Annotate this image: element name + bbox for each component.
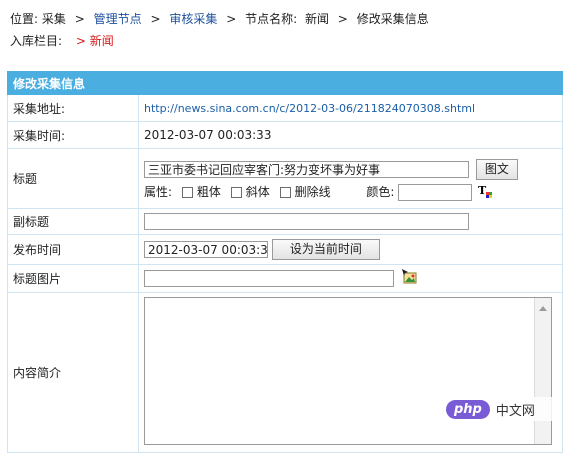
summary-row: 内容简介 xyxy=(7,292,563,453)
image-upload-icon[interactable] xyxy=(401,269,418,288)
collect-url-row: 采集地址: http://news.sina.com.cn/c/2012-03-… xyxy=(7,94,563,122)
target-column-value: > 新闻 xyxy=(75,34,114,48)
attribute-label: 属性: xyxy=(144,184,173,199)
collect-time-value: 2012-03-07 00:03:33 xyxy=(138,121,563,149)
color-picker-icon[interactable]: T xyxy=(478,184,493,201)
breadcrumb-link-manage-node[interactable]: 管理节点 xyxy=(94,12,142,26)
breadcrumb-position-label: 位置: xyxy=(10,12,39,26)
svg-text:T: T xyxy=(478,184,487,197)
color-label: 颜色: xyxy=(366,184,395,199)
title-picture-label: 标题图片 xyxy=(7,264,139,293)
title-image-button[interactable]: 图文 xyxy=(475,158,518,180)
scroll-up-icon[interactable] xyxy=(539,306,547,311)
breadcrumb-item-collect: 采集 xyxy=(41,12,66,26)
summary-label: 内容简介 xyxy=(7,292,139,453)
title-label: 标题 xyxy=(7,148,139,209)
subtitle-input[interactable] xyxy=(144,213,469,230)
summary-textarea[interactable] xyxy=(144,297,552,445)
bold-checkbox[interactable] xyxy=(181,186,193,198)
form-section-title: 修改采集信息 xyxy=(7,71,139,95)
edit-collect-form: 修改采集信息 采集地址: http://news.sina.com.cn/c/2… xyxy=(7,71,563,453)
subtitle-row: 副标题 xyxy=(7,208,563,235)
title-row: 标题 三亚市委书记回应宰客门:努力变坏事为好事 图文 属性: 粗体 斜体 删除线… xyxy=(7,148,563,209)
form-header-row: 修改采集信息 xyxy=(7,71,563,95)
collect-url-label: 采集地址: xyxy=(7,94,139,122)
subtitle-label: 副标题 xyxy=(7,208,139,235)
title-picture-input[interactable] xyxy=(144,270,394,287)
title-picture-row: 标题图片 xyxy=(7,264,563,293)
breadcrumb-separator: > xyxy=(337,12,348,26)
breadcrumb-link-review-collect[interactable]: 审核采集 xyxy=(169,12,217,26)
breadcrumb-separator: > xyxy=(226,12,237,26)
italic-checkbox[interactable] xyxy=(230,186,242,198)
breadcrumb-current: 修改采集信息 xyxy=(356,12,429,26)
publish-time-input[interactable]: 2012-03-07 00:03:33 xyxy=(144,241,268,258)
watermark-badge: php xyxy=(446,399,490,419)
breadcrumb-node-name: 新闻 xyxy=(304,12,329,26)
watermark: php 中文网 xyxy=(446,397,561,421)
bold-label: 粗体 xyxy=(196,184,221,199)
form-header-blank xyxy=(138,71,563,95)
publish-time-label: 发布时间 xyxy=(7,234,139,265)
publish-time-row: 发布时间 2012-03-07 00:03:33 设为当前时间 xyxy=(7,234,563,265)
summary-scrollbar[interactable] xyxy=(534,298,551,444)
italic-label: 斜体 xyxy=(245,184,270,199)
strikethrough-checkbox[interactable] xyxy=(279,186,291,198)
collect-url-link[interactable]: http://news.sina.com.cn/c/2012-03-06/211… xyxy=(144,102,475,115)
breadcrumb-separator: > xyxy=(74,12,85,26)
breadcrumb-separator: > xyxy=(150,12,161,26)
collect-time-row: 采集时间: 2012-03-07 00:03:33 xyxy=(7,121,563,149)
collect-time-label: 采集时间: xyxy=(7,121,139,149)
target-column-line: 入库栏目: > 新闻 xyxy=(10,32,114,49)
watermark-text: 中文网 xyxy=(495,403,535,419)
set-current-time-button[interactable]: 设为当前时间 xyxy=(271,239,380,260)
title-input[interactable]: 三亚市委书记回应宰客门:努力变坏事为好事 xyxy=(144,160,469,178)
breadcrumb-node-name-label: 节点名称: xyxy=(245,12,298,26)
color-input[interactable] xyxy=(398,183,473,201)
target-column-label: 入库栏目: xyxy=(10,34,63,48)
strikethrough-label: 删除线 xyxy=(294,184,331,199)
breadcrumb: 位置: 采集 > 管理节点 > 审核采集 > 节点名称: 新闻 > 修改采集信息 xyxy=(10,10,429,27)
